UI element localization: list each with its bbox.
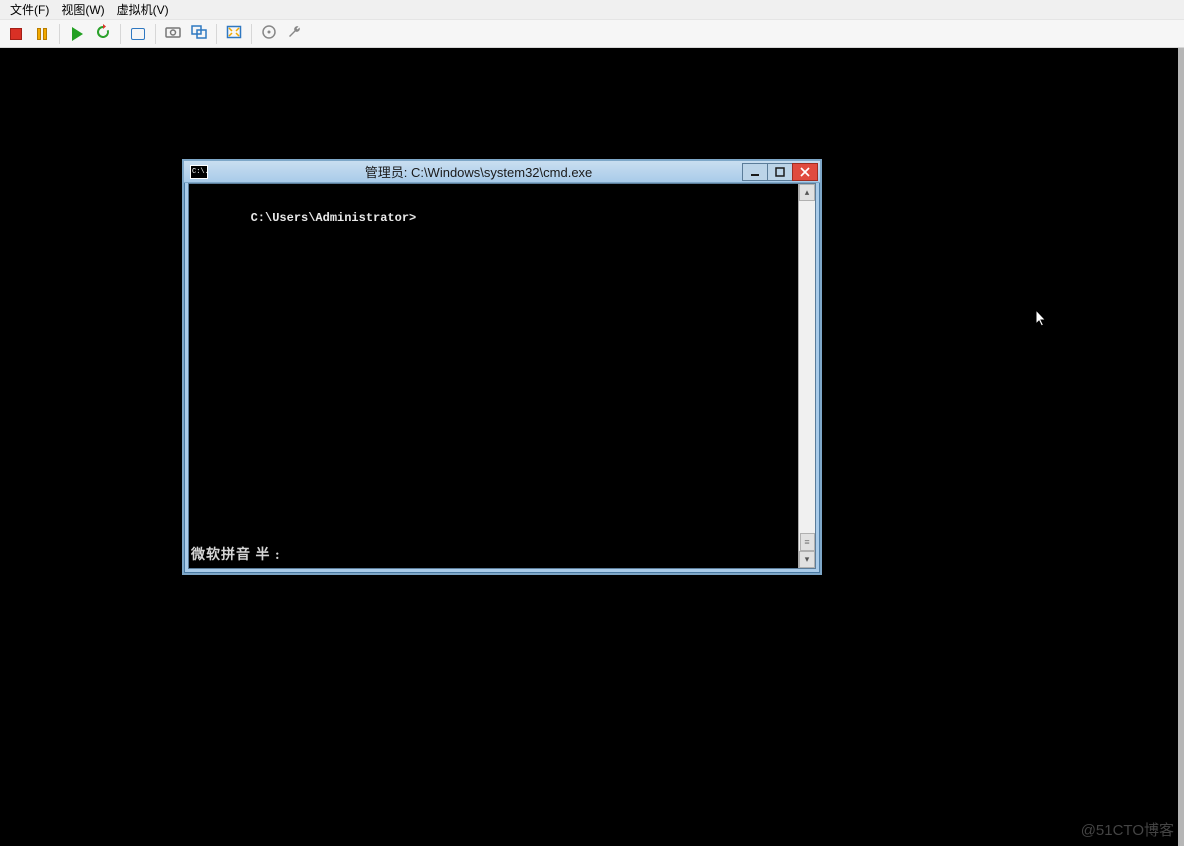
maximize-icon [775, 167, 785, 177]
screenshot-button[interactable] [161, 23, 185, 45]
menu-view[interactable]: 视图(W) [57, 0, 112, 20]
camera-icon [165, 24, 181, 43]
disc-icon [261, 24, 277, 43]
cmd-titlebar[interactable]: C:\. 管理员: C:\Windows\system32\cmd.exe [184, 161, 820, 183]
vm-viewport[interactable]: C:\. 管理员: C:\Windows\system32\cmd.exe C:… [0, 48, 1184, 846]
fullscreen-button[interactable] [222, 23, 246, 45]
chevron-down-icon: ▾ [805, 554, 810, 565]
toolbar-separator [155, 24, 156, 44]
toolbar-separator [120, 24, 121, 44]
close-button[interactable] [792, 163, 818, 181]
menubar: 文件(F) 视图(W) 虚拟机(V) [0, 0, 1184, 20]
play-button[interactable] [65, 23, 89, 45]
cmd-prompt: C:\Users\Administrator> [251, 211, 417, 225]
pause-button[interactable] [30, 23, 54, 45]
settings-button[interactable] [283, 23, 307, 45]
toolbar [0, 20, 1184, 48]
recycle-icon [95, 24, 111, 43]
stop-icon [10, 28, 22, 40]
scroll-down-button[interactable]: ▾ [799, 551, 815, 568]
ime-status: 微软拼音 半 : [191, 548, 281, 564]
wrench-icon [287, 24, 303, 43]
fullscreen-icon [226, 24, 242, 43]
install-tools-button[interactable] [257, 23, 281, 45]
chevron-up-icon: ▴ [805, 187, 810, 198]
minimize-button[interactable] [742, 163, 768, 181]
toolbar-separator [216, 24, 217, 44]
cmd-title: 管理员: C:\Windows\system32\cmd.exe [214, 162, 743, 181]
viewport-scrollbar[interactable] [1178, 48, 1184, 846]
unity-icon [191, 24, 207, 43]
scroll-up-button[interactable]: ▴ [799, 184, 815, 201]
minimize-icon [750, 167, 760, 177]
menu-vm[interactable]: 虚拟机(V) [113, 0, 177, 20]
cmd-client-area: C:\Users\Administrator> 微软拼音 半 : ▴ ▾ [188, 183, 816, 569]
cmd-scrollbar[interactable]: ▴ ▾ [798, 184, 815, 568]
stop-button[interactable] [4, 23, 28, 45]
unity-button[interactable] [187, 23, 211, 45]
toolbar-separator [251, 24, 252, 44]
snapshot-button[interactable] [126, 23, 150, 45]
close-icon [800, 167, 810, 177]
restart-button[interactable] [91, 23, 115, 45]
cmd-window: C:\. 管理员: C:\Windows\system32\cmd.exe C:… [182, 159, 822, 575]
snapshot-icon [131, 28, 145, 40]
window-buttons [743, 163, 818, 181]
cmd-system-icon[interactable]: C:\. [190, 165, 208, 179]
watermark: @51CTO博客 [1081, 819, 1174, 840]
scroll-thumb[interactable] [800, 533, 815, 551]
cmd-console[interactable]: C:\Users\Administrator> 微软拼音 半 : [189, 184, 798, 568]
scroll-track[interactable] [799, 201, 815, 551]
play-icon [72, 27, 83, 41]
maximize-button[interactable] [767, 163, 793, 181]
toolbar-separator [59, 24, 60, 44]
mouse-cursor [1035, 309, 1049, 329]
menu-file[interactable]: 文件(F) [6, 0, 57, 20]
pause-icon [37, 28, 47, 40]
